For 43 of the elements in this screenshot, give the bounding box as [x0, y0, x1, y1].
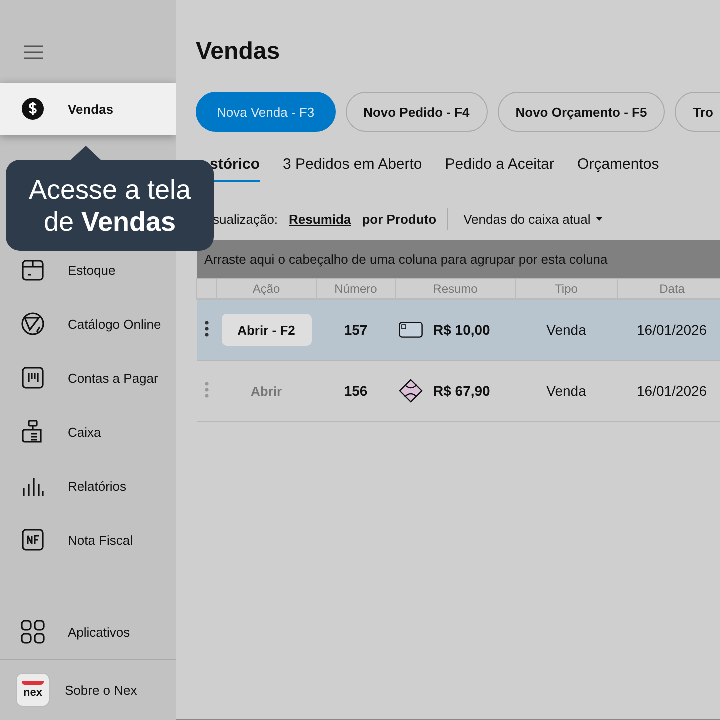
grid-icon — [21, 620, 45, 644]
action-button[interactable]: Novo Pedido - F4 — [346, 92, 488, 132]
sidebar-item[interactable]: Caixa — [0, 405, 176, 459]
sidebar-item[interactable]: Catálogo Online — [0, 297, 176, 351]
group-hint: Arraste aqui o cabeçalho de uma coluna para agrupar por esta coluna — [196, 240, 720, 278]
more-icon[interactable] — [204, 320, 208, 336]
open-button[interactable]: Abrir - F2 — [222, 314, 312, 346]
view-option[interactable]: Resumida — [286, 212, 352, 226]
action-button[interactable]: Nova Venda - F3 — [196, 92, 336, 132]
tab[interactable]: 3 Pedidos em Aberto — [283, 156, 422, 182]
dollar-icon — [21, 97, 45, 121]
tab[interactable]: Pedido a Aceitar — [445, 156, 555, 182]
table-cell: 157 — [316, 299, 396, 360]
amount: R$ 67,90 — [434, 383, 490, 399]
sidebar-item[interactable]: nex Sobre o Nex — [0, 660, 176, 720]
nex-logo: nex — [16, 673, 50, 707]
card-icon — [398, 322, 422, 338]
document-icon — [21, 528, 45, 552]
menu-icon[interactable] — [24, 45, 43, 60]
table-cell: Venda — [516, 360, 618, 422]
sidebar-item[interactable]: Vendas — [0, 83, 176, 135]
sidebar-item[interactable]: Relatórios — [0, 459, 176, 513]
barcode-icon — [21, 366, 45, 390]
table-cell: 16/01/2026 — [618, 299, 720, 360]
table-cell: Venda — [516, 299, 618, 360]
cash-register-icon — [21, 420, 45, 444]
table-cell: 16/01/2026 — [618, 360, 720, 422]
tab[interactable]: Orçamentos — [578, 156, 660, 182]
diamond-icon — [398, 379, 422, 403]
view-option[interactable]: por Produto — [359, 212, 437, 226]
tag-circle-icon — [21, 312, 45, 336]
sidebar-item[interactable]: Nota Fiscal — [0, 513, 176, 567]
caret-icon — [596, 217, 603, 221]
amount: R$ 10,00 — [434, 322, 490, 338]
box-icon — [21, 258, 45, 282]
action-button[interactable]: Novo Orçamento - F5 — [498, 92, 666, 132]
sidebar-item[interactable]: Aplicativos — [0, 605, 176, 659]
sidebar-item[interactable]: Contas a Pagar — [0, 351, 176, 405]
filter-dropdown[interactable]: Vendas do caixa atual — [458, 210, 609, 228]
view-label: sualização: — [213, 212, 278, 226]
table-cell: 156 — [316, 360, 396, 422]
page-title: Vendas — [196, 38, 282, 66]
action-button[interactable]: Tro — [675, 92, 720, 132]
